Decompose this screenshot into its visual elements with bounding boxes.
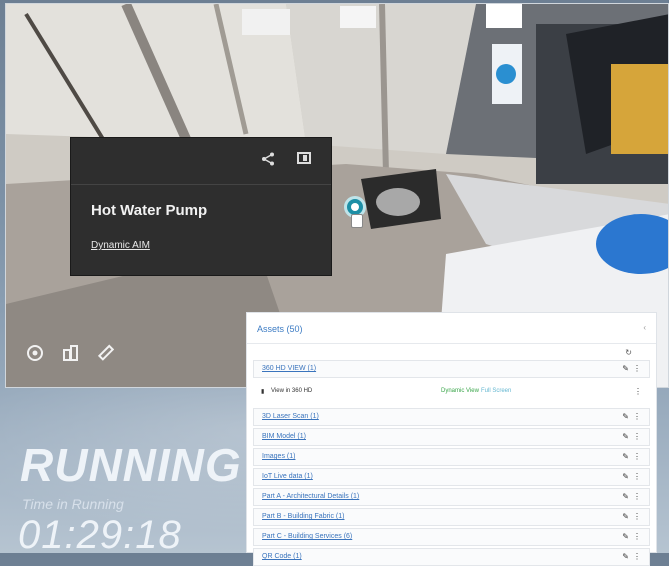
edit-icon[interactable]: ✎ <box>622 512 629 521</box>
checkbox-icon[interactable]: ▮ <box>261 388 264 395</box>
assets-panel: Assets (50) ‹ ↻ 360 HD VIEW (1) ✎ ⋮ ▮ Vi… <box>246 312 657 566</box>
more-icon[interactable]: ⋮ <box>633 492 641 501</box>
more-icon[interactable]: ⋮ <box>633 364 641 373</box>
asset-row[interactable]: BIM Model (1) ✎ ⋮ <box>253 428 650 446</box>
side-panel-icon[interactable] <box>297 152 311 164</box>
assets-header[interactable]: Assets (50) ‹ <box>247 313 656 344</box>
edit-icon[interactable]: ✎ <box>622 552 629 561</box>
edit-icon[interactable]: ✎ <box>622 364 629 373</box>
asset-row-label[interactable]: QR Code (1) <box>262 553 302 560</box>
asset-row[interactable]: Part A - Architectural Details (1) ✎ ⋮ <box>253 488 650 506</box>
edit-icon[interactable]: ✎ <box>622 452 629 461</box>
time-label: Time in Running <box>22 496 124 512</box>
asset-row-label[interactable]: 360 HD VIEW (1) <box>262 365 316 372</box>
navigate-icon[interactable] <box>26 344 44 362</box>
dynamic-view-link[interactable]: Dynamic View <box>441 388 479 394</box>
asset-row[interactable]: Part B - Building Fabric (1) ✎ ⋮ <box>253 508 650 526</box>
popup-toolbar <box>71 138 331 185</box>
more-icon[interactable]: ⋮ <box>633 472 641 481</box>
more-icon[interactable]: ⋮ <box>633 512 641 521</box>
asset-row[interactable]: IoT Live data (1) ✎ ⋮ <box>253 468 650 486</box>
asset-row[interactable]: 3D Laser Scan (1) ✎ ⋮ <box>253 408 650 426</box>
measure-icon[interactable] <box>62 344 80 362</box>
more-icon[interactable]: ⋮ <box>634 387 642 396</box>
more-icon[interactable]: ⋮ <box>633 412 641 421</box>
status-text: RUNNING <box>20 439 242 491</box>
popup-title: Hot Water Pump <box>91 202 208 219</box>
asset-row[interactable]: 360 HD VIEW (1) ✎ ⋮ <box>253 360 650 378</box>
dynamic-aim-link[interactable]: Dynamic AIM <box>91 240 150 251</box>
refresh-icon[interactable]: ↻ <box>625 348 632 357</box>
chevron-left-icon[interactable]: ‹ <box>643 323 646 332</box>
edit-icon[interactable]: ✎ <box>622 532 629 541</box>
asset-popup: Hot Water Pump Dynamic AIM <box>70 137 332 276</box>
more-icon[interactable]: ⋮ <box>633 552 641 561</box>
more-icon[interactable]: ⋮ <box>633 452 641 461</box>
asset-row-label[interactable]: Images (1) <box>262 453 295 460</box>
edit-icon[interactable]: ✎ <box>622 472 629 481</box>
asset-row-label[interactable]: Part B - Building Fabric (1) <box>262 513 344 520</box>
asset-row-label[interactable]: IoT Live data (1) <box>262 473 313 480</box>
edit-icon[interactable]: ✎ <box>622 432 629 441</box>
asset-row[interactable]: Part C - Building Services (6) ✎ ⋮ <box>253 528 650 546</box>
time-value: 01:29:18 <box>18 513 182 557</box>
asset-row[interactable]: QR Code (1) ✎ ⋮ <box>253 548 650 566</box>
more-icon[interactable]: ⋮ <box>633 532 641 541</box>
edit-icon[interactable]: ✎ <box>622 412 629 421</box>
cursor-icon <box>351 214 363 228</box>
assets-title: Assets (50) <box>257 324 303 334</box>
asset-subrow: ▮ View in 360 HD Dynamic View Full Scree… <box>253 380 650 402</box>
view-in-360-label: View in 360 HD <box>271 388 313 394</box>
asset-row-label[interactable]: Part C - Building Services (6) <box>262 533 352 540</box>
asset-row-label[interactable]: Part A - Architectural Details (1) <box>262 493 359 500</box>
edit-icon[interactable]: ✎ <box>622 492 629 501</box>
share-icon[interactable] <box>261 152 275 171</box>
asset-row-label[interactable]: 3D Laser Scan (1) <box>262 413 319 420</box>
assets-toolbar: ↻ <box>247 344 656 360</box>
ruler-icon[interactable] <box>96 344 115 362</box>
asset-row[interactable]: Images (1) ✎ ⋮ <box>253 448 650 466</box>
asset-row-label[interactable]: BIM Model (1) <box>262 433 306 440</box>
full-screen-link[interactable]: Full Screen <box>481 388 511 394</box>
more-icon[interactable]: ⋮ <box>633 432 641 441</box>
